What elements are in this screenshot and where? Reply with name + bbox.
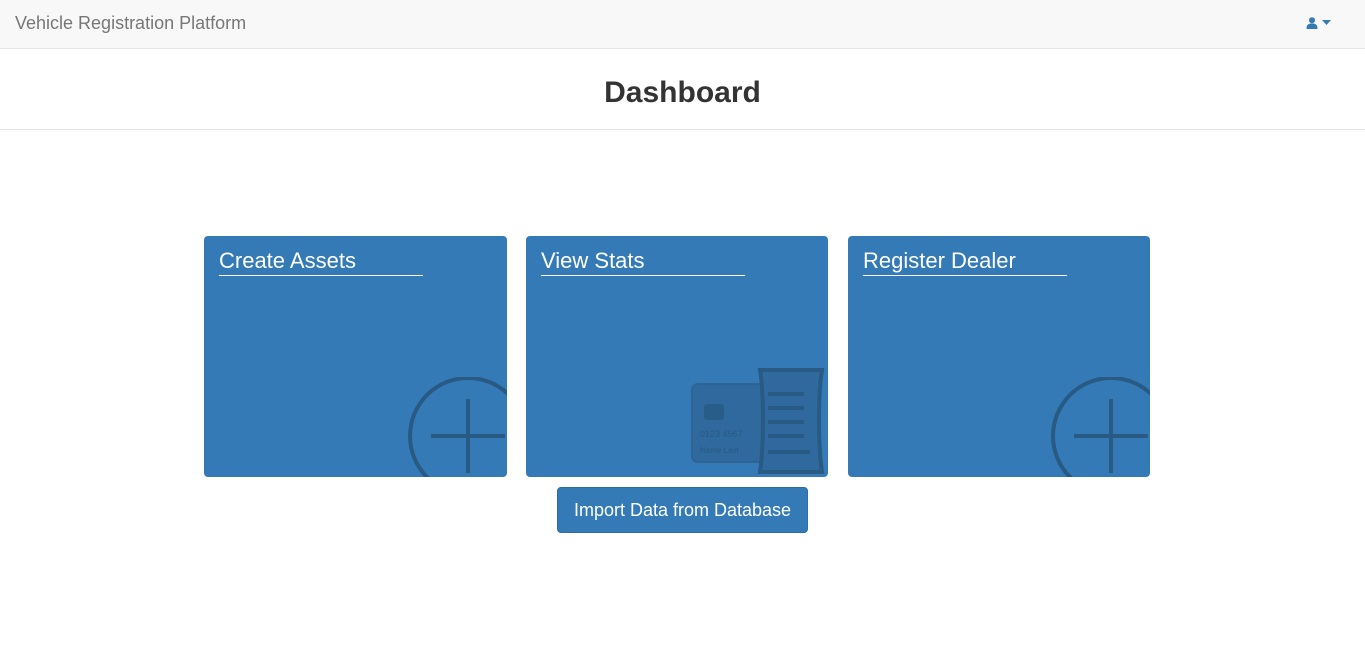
user-menu-toggle[interactable]	[1306, 14, 1336, 32]
import-data-button[interactable]: Import Data from Database	[557, 487, 808, 533]
card-name: Name Last	[700, 446, 739, 455]
plus-circle-icon	[1051, 377, 1150, 477]
create-assets-tile[interactable]: Create Assets	[204, 236, 507, 477]
credit-card-receipt-icon: 0123 4567 Name Last	[691, 368, 825, 474]
page-title: Dashboard	[604, 76, 761, 109]
register-dealer-tile[interactable]: Register Dealer	[848, 236, 1150, 477]
tile-title: View Stats	[541, 247, 745, 276]
tile-title: Register Dealer	[863, 247, 1067, 276]
card-number: 0123 4567	[700, 429, 743, 439]
top-navbar: Vehicle Registration Platform	[0, 0, 1365, 49]
plus-circle-icon	[408, 377, 507, 477]
user-icon	[1306, 17, 1318, 29]
caret-down-icon	[1322, 20, 1331, 25]
view-stats-tile[interactable]: View Stats 0123 4567 Name Last	[526, 236, 828, 477]
tile-title: Create Assets	[219, 247, 423, 276]
page-header: Dashboard	[0, 49, 1365, 130]
brand-link[interactable]: Vehicle Registration Platform	[15, 12, 246, 34]
